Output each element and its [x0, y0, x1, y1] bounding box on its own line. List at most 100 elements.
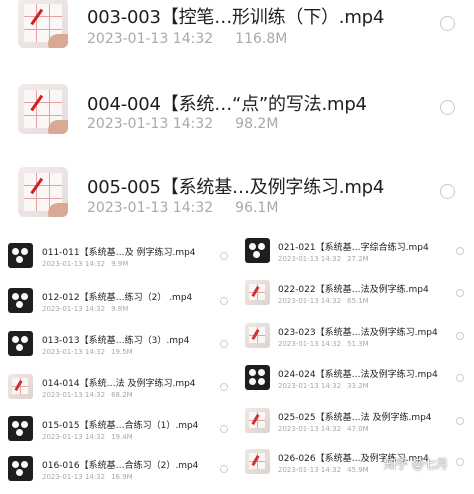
- file-row-022[interactable]: 022-022【系统基…法及例字练.mp4 2023-01-13 14:32 65…: [240, 278, 474, 318]
- file-row-011[interactable]: 011-011【系统基…及 例字练习.mp4 2023-01-13 14:32 9…: [0, 241, 235, 281]
- file-size: 9.8M: [111, 305, 129, 313]
- select-radio[interactable]: [456, 247, 464, 255]
- file-meta: 2023-01-13 14:32 68.2M: [42, 391, 133, 399]
- file-size: 9.9M: [111, 260, 129, 268]
- file-name: 016-016【系统基…合练习（2）.mp4: [42, 461, 199, 471]
- video-thumbnail: [245, 238, 270, 263]
- file-size: 45.9M: [347, 466, 369, 474]
- file-name: 014-014【系统…法 及例字练习.mp4: [42, 379, 196, 389]
- select-radio[interactable]: [220, 383, 228, 391]
- video-thumbnail: [8, 456, 33, 481]
- video-thumbnail: [8, 331, 33, 356]
- file-size: 65.1M: [347, 297, 369, 305]
- video-thumbnail: [8, 243, 33, 268]
- select-radio[interactable]: [220, 297, 228, 305]
- file-date: 2023-01-13 14:32: [278, 340, 342, 348]
- file-size: 96.1M: [235, 200, 279, 216]
- video-thumbnail: [245, 365, 270, 390]
- file-size: 68.2M: [111, 391, 133, 399]
- select-radio[interactable]: [220, 340, 228, 348]
- file-date: 2023-01-13 14:32: [87, 200, 214, 216]
- file-date: 2023-01-13 14:32: [42, 473, 106, 481]
- select-radio[interactable]: [456, 332, 464, 340]
- file-size: 19.5M: [111, 348, 133, 356]
- file-row-015[interactable]: 015-015【系统基…合练习（1）.mp4 2023-01-13 14:32 1…: [0, 414, 235, 454]
- file-name: 022-022【系统基…法及例字练.mp4: [278, 285, 429, 295]
- file-date: 2023-01-13 14:32: [42, 260, 106, 268]
- file-row-005[interactable]: 005-005【系统基…及例字练习.mp4 2023-01-13 14:32 96…: [0, 167, 474, 245]
- file-name: 004-004【系统…“点”的写法.mp4: [87, 94, 367, 115]
- file-meta: 2023-01-13 14:32 45.9M: [278, 466, 369, 474]
- select-radio[interactable]: [440, 184, 455, 199]
- video-thumbnail: [18, 0, 68, 48]
- watermark: 知乎 @七月: [384, 457, 448, 471]
- video-thumbnail: [245, 449, 270, 474]
- file-name: 011-011【系统基…及 例字练习.mp4: [42, 248, 196, 258]
- select-radio[interactable]: [456, 374, 464, 382]
- file-name: 023-023【系统基…法及例字练习.mp4: [278, 328, 438, 338]
- file-date: 2023-01-13 14:32: [278, 466, 342, 474]
- file-row-023[interactable]: 023-023【系统基…法及例字练习.mp4 2023-01-13 14:32 5…: [240, 321, 474, 361]
- file-date: 2023-01-13 14:32: [42, 391, 106, 399]
- select-radio[interactable]: [440, 100, 455, 115]
- file-size: 16.9M: [111, 473, 133, 481]
- file-meta: 2023-01-13 14:32 51.3M: [278, 340, 369, 348]
- file-row-004[interactable]: 004-004【系统…“点”的写法.mp4 2023-01-13 14:32 98…: [0, 84, 474, 162]
- file-meta: 2023-01-13 14:32 98.2M: [87, 116, 278, 132]
- file-name: 012-012【系统基…练习（2） .mp4: [42, 293, 193, 303]
- file-size: 51.3M: [347, 340, 369, 348]
- file-name: 013-013【系统基…练习（3）.mp4: [42, 336, 190, 346]
- file-row-003[interactable]: 003-003【控笔…形训练（下）.mp4 2023-01-13 14:32 11…: [0, 0, 474, 76]
- file-row-016[interactable]: 016-016【系统基…合练习（2）.mp4 2023-01-13 14:32 1…: [0, 454, 235, 494]
- select-radio[interactable]: [220, 465, 228, 473]
- file-name: 015-015【系统基…合练习（1）.mp4: [42, 421, 199, 431]
- video-thumbnail: [245, 323, 270, 348]
- file-name: 025-025【系统基…法 及例字练.mp4: [278, 413, 432, 423]
- file-meta: 2023-01-13 14:32 33.2M: [278, 382, 369, 390]
- file-date: 2023-01-13 14:32: [278, 382, 342, 390]
- file-meta: 2023-01-13 14:32 27.2M: [278, 255, 369, 263]
- video-thumbnail: [8, 374, 33, 399]
- video-thumbnail: [18, 84, 68, 134]
- file-date: 2023-01-13 14:32: [278, 255, 342, 263]
- file-meta: 2023-01-13 14:32 19.5M: [42, 348, 133, 356]
- file-date: 2023-01-13 14:32: [278, 297, 342, 305]
- file-name: 024-024【系统基…法及例字练习.mp4: [278, 370, 438, 380]
- file-name: 021-021【系统基…字综合练习.mp4: [278, 243, 429, 253]
- file-date: 2023-01-13 14:32: [87, 31, 214, 47]
- file-date: 2023-01-13 14:32: [87, 116, 214, 132]
- file-row-024[interactable]: 024-024【系统基…法及例字练习.mp4 2023-01-13 14:32 3…: [240, 363, 474, 403]
- select-radio[interactable]: [440, 16, 455, 31]
- file-size: 19.4M: [111, 433, 133, 441]
- file-date: 2023-01-13 14:32: [278, 425, 342, 433]
- file-meta: 2023-01-13 14:32 19.4M: [42, 433, 133, 441]
- file-size: 33.2M: [347, 382, 369, 390]
- file-row-021[interactable]: 021-021【系统基…字综合练习.mp4 2023-01-13 14:32 27…: [240, 236, 474, 276]
- video-thumbnail: [245, 408, 270, 433]
- file-row-013[interactable]: 013-013【系统基…练习（3）.mp4 2023-01-13 14:32 19…: [0, 329, 235, 369]
- video-thumbnail: [8, 416, 33, 441]
- file-meta: 2023-01-13 14:32 9.8M: [42, 305, 128, 313]
- file-meta: 2023-01-13 14:32 96.1M: [87, 200, 278, 216]
- file-meta: 2023-01-13 14:32 65.1M: [278, 297, 369, 305]
- file-row-014[interactable]: 014-014【系统…法 及例字练习.mp4 2023-01-13 14:32 6…: [0, 372, 235, 412]
- select-radio[interactable]: [456, 417, 464, 425]
- file-date: 2023-01-13 14:32: [42, 305, 106, 313]
- file-size: 27.2M: [347, 255, 369, 263]
- select-radio[interactable]: [456, 458, 464, 466]
- file-row-012[interactable]: 012-012【系统基…练习（2） .mp4 2023-01-13 14:32 9…: [0, 286, 235, 326]
- select-radio[interactable]: [220, 425, 228, 433]
- file-size: 98.2M: [235, 116, 279, 132]
- file-size: 47.0M: [347, 425, 369, 433]
- file-name: 003-003【控笔…形训练（下）.mp4: [87, 7, 385, 28]
- file-meta: 2023-01-13 14:32 16.9M: [42, 473, 133, 481]
- file-name: 005-005【系统基…及例字练习.mp4: [87, 177, 385, 198]
- file-size: 116.8M: [235, 31, 288, 47]
- file-meta: 2023-01-13 14:32 9.9M: [42, 260, 128, 268]
- file-date: 2023-01-13 14:32: [42, 348, 106, 356]
- select-radio[interactable]: [456, 289, 464, 297]
- file-date: 2023-01-13 14:32: [42, 433, 106, 441]
- select-radio[interactable]: [220, 252, 228, 260]
- file-row-025[interactable]: 025-025【系统基…法 及例字练.mp4 2023-01-13 14:32 4…: [240, 406, 474, 446]
- video-thumbnail: [245, 280, 270, 305]
